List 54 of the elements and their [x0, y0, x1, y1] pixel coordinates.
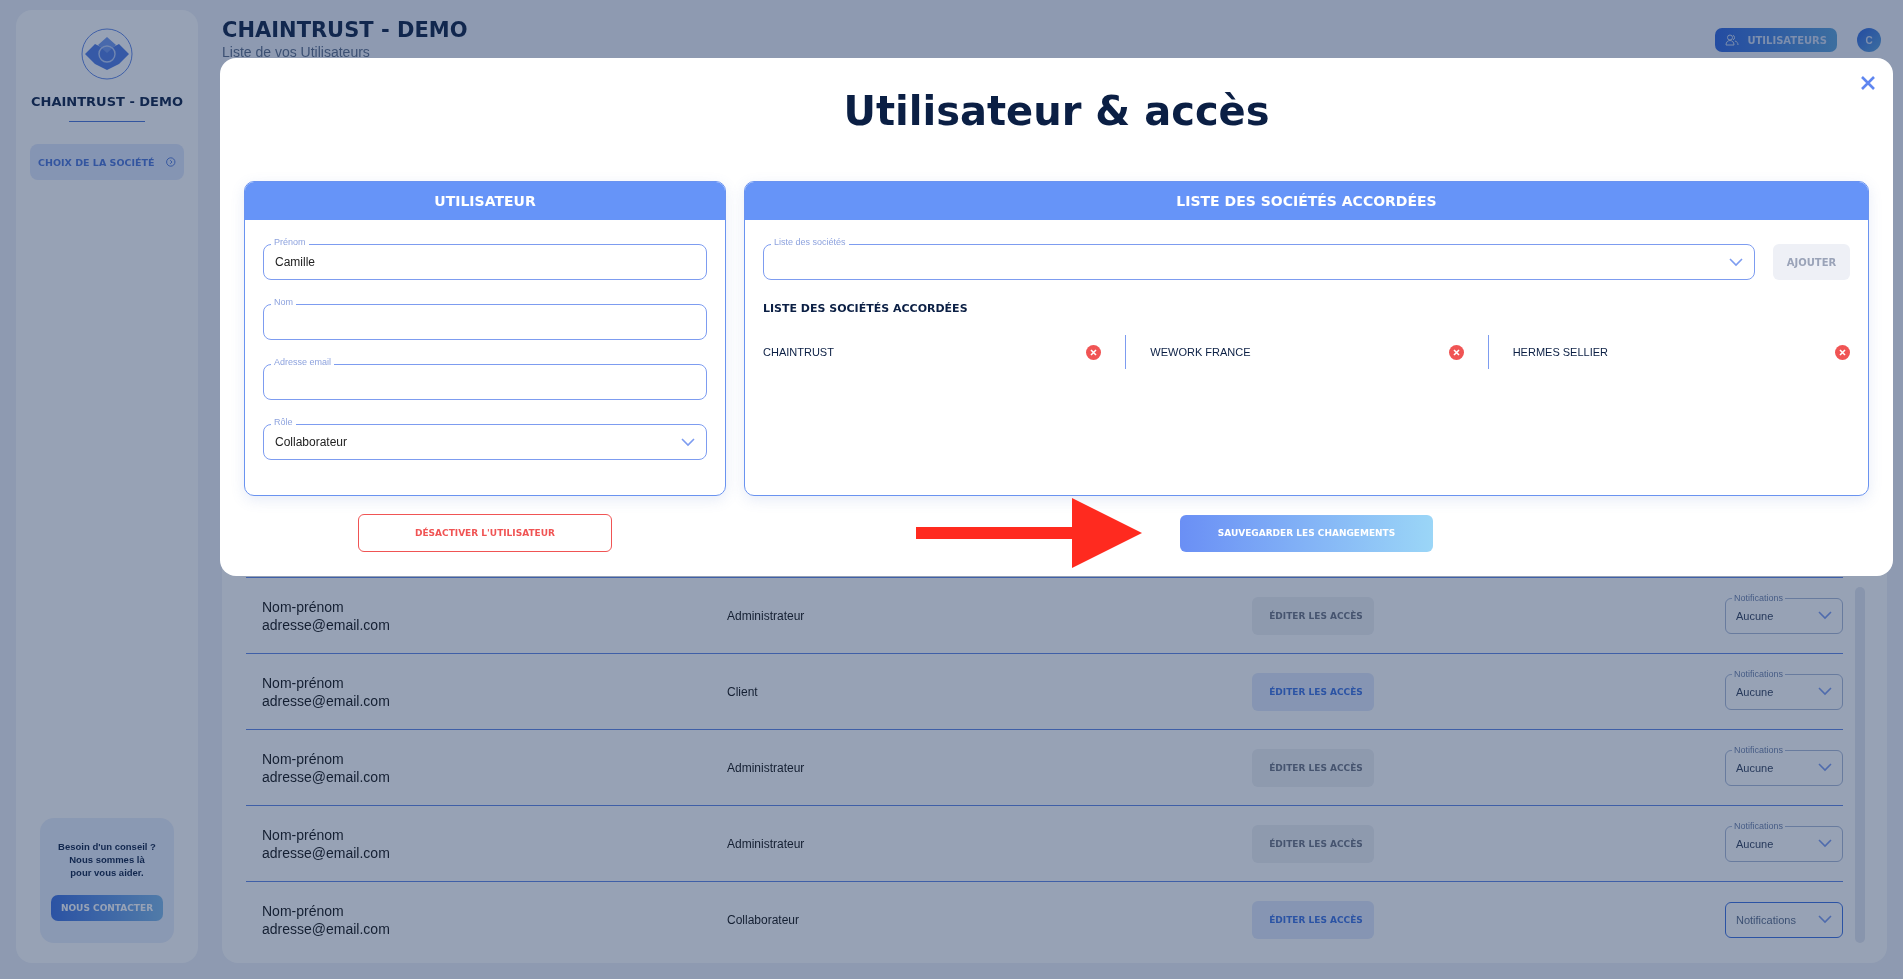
- user-role: Client: [727, 684, 759, 699]
- chevron-down-icon: [1818, 915, 1832, 924]
- user-email: adresse@email.com: [262, 691, 391, 710]
- help-text: Besoin d'un conseil ? Nous sommes là pour vous aider.: [58, 840, 156, 879]
- brand-name: CHAINTRUST - DEMO: [31, 94, 183, 109]
- company-name: HERMES SELLIER: [1512, 346, 1609, 358]
- deactivate-button[interactable]: DÉSACTIVER L'UTILISATEUR: [358, 514, 612, 552]
- user-role: Administrateur: [727, 760, 806, 775]
- chevron-down-icon: [681, 437, 695, 447]
- input-field[interactable]: Adresse email: [263, 357, 707, 400]
- remove-icon[interactable]: [1835, 344, 1850, 360]
- modal-title: Utilisateur & accès: [842, 88, 1271, 136]
- companies-select[interactable]: Liste des sociétés: [763, 237, 1755, 280]
- contact-button[interactable]: NOUS CONTACTER: [50, 895, 164, 921]
- chevron-down-icon: [1729, 257, 1743, 267]
- user-email: adresse@email.com: [262, 615, 391, 634]
- user-role: Administrateur: [727, 608, 806, 623]
- notifications-select[interactable]: Notifications: [1725, 901, 1843, 938]
- user-role: Collaborateur: [727, 912, 801, 927]
- arrow-right-circle-icon: [166, 154, 176, 170]
- chevron-down-icon: [1818, 763, 1832, 772]
- page-title: CHAINTRUST - DEMO: [222, 18, 468, 42]
- card-header: LISTE DES SOCIÉTÉS ACCORDÉES: [745, 182, 1868, 220]
- remove-icon[interactable]: [1086, 344, 1102, 360]
- users-button[interactable]: UTILISATEURS: [1715, 28, 1837, 52]
- page-subtitle: Liste de vos Utilisateurs: [222, 44, 371, 60]
- user-email: adresse@email.com: [262, 767, 391, 786]
- chevron-down-icon: [1818, 687, 1832, 696]
- user-email: adresse@email.com: [262, 919, 391, 938]
- chevron-down-icon: [1818, 839, 1832, 848]
- user-name: Nom-prénom: [262, 673, 345, 692]
- user-name: Nom-prénom: [262, 825, 345, 844]
- edit-access-button[interactable]: ÉDITER LES ACCÈS: [1252, 900, 1374, 939]
- chevron-down-icon: [1818, 611, 1832, 620]
- user-name: Nom-prénom: [262, 901, 345, 920]
- input-field[interactable]: Prénom Camille: [263, 237, 707, 280]
- close-icon[interactable]: [1861, 76, 1875, 90]
- user-name: Nom-prénom: [262, 597, 345, 616]
- card-header: UTILISATEUR: [245, 182, 725, 220]
- logo-icon: [81, 28, 133, 80]
- input-field[interactable]: Nom: [263, 297, 707, 340]
- company-choice-button[interactable]: CHOIX DE LA SOCIÉTÉ: [30, 144, 184, 180]
- company-name: WEWORK FRANCE: [1150, 346, 1251, 358]
- list-heading: LISTE DES SOCIÉTÉS ACCORDÉES: [763, 302, 969, 315]
- user-name: Nom-prénom: [262, 749, 345, 768]
- users-icon: [1725, 34, 1740, 46]
- edit-access-button[interactable]: ÉDITER LES ACCÈS: [1252, 672, 1374, 711]
- user-avatar[interactable]: C: [1857, 28, 1881, 52]
- role-select[interactable]: Rôle Collaborateur: [263, 417, 707, 460]
- save-button[interactable]: SAUVEGARDER LES CHANGEMENTS: [1180, 514, 1433, 552]
- remove-icon[interactable]: [1448, 344, 1464, 360]
- user-role: Administrateur: [727, 836, 806, 851]
- company-name: CHAINTRUST: [763, 346, 834, 358]
- user-email: adresse@email.com: [262, 843, 391, 862]
